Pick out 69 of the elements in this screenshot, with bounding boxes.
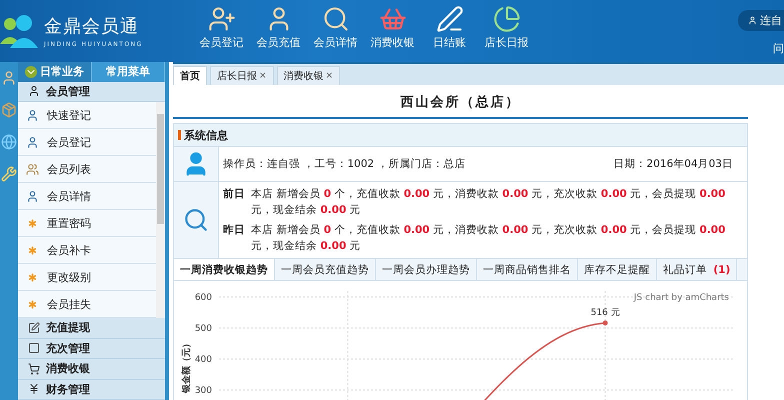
user-plus-icon xyxy=(208,5,236,33)
page-tab[interactable]: 店长日报 × xyxy=(210,66,274,85)
data-point xyxy=(602,320,608,326)
day-summary: 本店 新增会员 0 个，充值收款 0.00 元，消费收款 0.00 元，充次收款 0.00 元，会员提现 0.00 元，现金结余 0.00 元 xyxy=(251,187,726,218)
y-tick-label: 300 xyxy=(194,386,212,396)
globe-icon[interactable] xyxy=(1,134,17,150)
panel-header: 系统信息 xyxy=(173,123,748,147)
user-button[interactable]: 连自 xyxy=(738,10,784,31)
pie-chart-icon xyxy=(492,5,520,33)
menu-group[interactable]: 充次管理 xyxy=(18,338,165,359)
logo-icon xyxy=(0,14,40,48)
day-label: 昨日 xyxy=(223,223,245,238)
magnifier-icon xyxy=(183,207,209,233)
toolbar-button[interactable]: 消费收银 xyxy=(364,0,421,62)
menu-item[interactable]: 会员详情 xyxy=(18,183,156,210)
menu-item[interactable]: 会员登记 xyxy=(18,129,156,156)
user-icon xyxy=(748,16,757,25)
person-icon xyxy=(28,85,40,98)
y-tick-label: 600 xyxy=(194,293,212,303)
menu-item[interactable]: 重置密码 xyxy=(18,210,156,237)
operator-info: 操作员：连自强 ，工号：1002 ，所属门店：总店 xyxy=(223,157,466,171)
y-tick-label: 500 xyxy=(194,324,212,334)
chart-credit: JS chart by amCharts xyxy=(634,293,729,303)
menu-item[interactable]: 快速登记 xyxy=(18,102,156,129)
person-icon xyxy=(26,190,39,202)
menu-group[interactable]: 财务管理 xyxy=(18,380,165,400)
note-icon xyxy=(28,322,40,334)
search-icon xyxy=(322,5,350,33)
scrollbar[interactable] xyxy=(156,102,165,318)
people-icon xyxy=(26,162,39,176)
toolbar-button[interactable]: 日结账 xyxy=(421,0,478,62)
asterisk-icon xyxy=(26,270,39,284)
box-icon[interactable] xyxy=(1,102,17,118)
person-icon[interactable] xyxy=(1,70,17,86)
asterisk-icon xyxy=(26,244,39,256)
chart-tab[interactable]: 一周消费收银趋势 xyxy=(174,259,275,280)
menu-item[interactable]: 会员挂失 xyxy=(18,291,156,318)
sidebar-tab[interactable]: 日常业务 xyxy=(18,62,92,82)
value-label: 516 元 xyxy=(590,308,620,318)
toolbar-button[interactable]: 店长日报 xyxy=(478,0,535,62)
toolbar-button[interactable]: 会员详情 xyxy=(307,0,364,62)
asterisk-icon xyxy=(26,298,39,310)
menu-item[interactable]: 会员列表 xyxy=(18,156,156,183)
help-link[interactable]: 问 xyxy=(773,41,784,56)
person-icon xyxy=(26,108,39,122)
y-axis-label: 银金额（元） xyxy=(182,339,192,393)
square-icon xyxy=(28,342,40,354)
wrench-icon[interactable] xyxy=(1,166,17,182)
day-summary: 本店 新增会员 0 个，充值收款 0.00 元，消费收款 0.00 元，充次收款 0.00 元，会员提现 0.00 元，现金结余 0.00 元 xyxy=(251,223,726,254)
page-tab[interactable]: 首页 xyxy=(173,66,207,85)
yen-icon xyxy=(28,383,40,396)
asterisk-icon xyxy=(26,216,39,230)
app-title: 金鼎会员通 xyxy=(44,15,140,38)
chevron-down-icon xyxy=(24,66,37,78)
pen-icon xyxy=(436,5,464,33)
menu-item[interactable]: 会员补卡 xyxy=(18,237,156,264)
toolbar-button[interactable]: 会员登记 xyxy=(193,0,250,62)
page-tab[interactable]: 消费收银 × xyxy=(276,66,340,85)
store-title: 西山会所（总店） xyxy=(400,94,522,112)
menu-group[interactable]: 会员管理 xyxy=(18,82,165,102)
toolbar-button[interactable]: 会员充值 xyxy=(250,0,307,62)
menu-group[interactable]: 消费收银 xyxy=(18,359,165,380)
y-tick-label: 400 xyxy=(194,355,212,365)
menu-group[interactable]: 充值提现 xyxy=(18,318,165,338)
cart-icon xyxy=(28,362,40,375)
menu-item[interactable]: 更改级别 xyxy=(18,264,156,291)
person-icon xyxy=(26,136,39,148)
day-label: 前日 xyxy=(223,187,245,202)
date-text: 日期：2016年04月03日 xyxy=(614,157,733,171)
